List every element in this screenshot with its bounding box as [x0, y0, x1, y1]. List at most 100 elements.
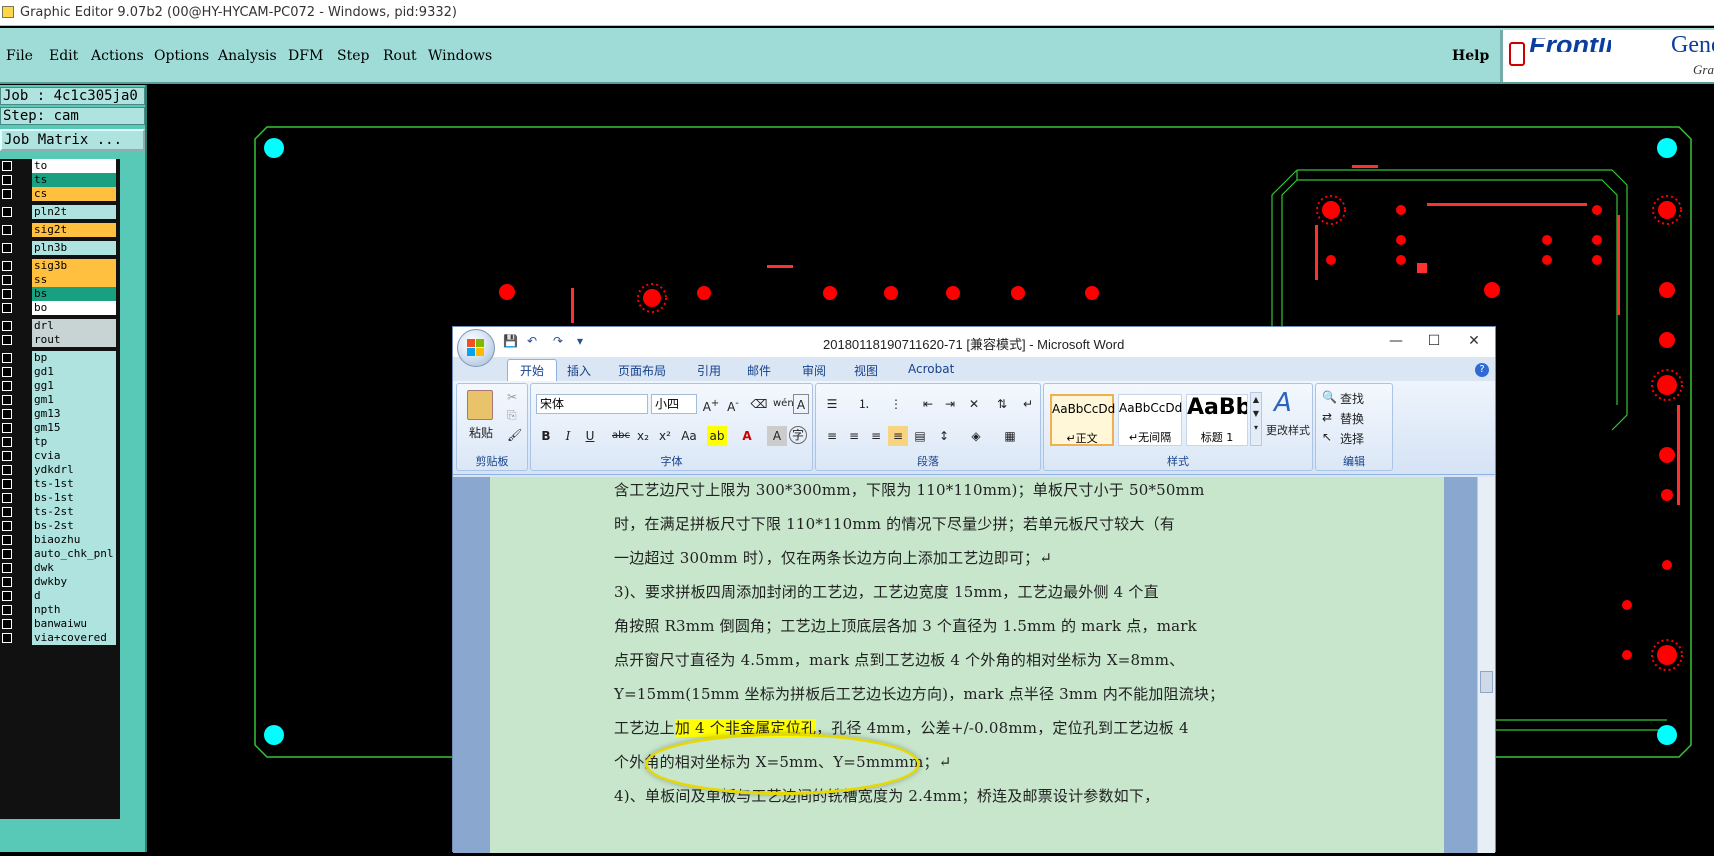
layer-checkbox[interactable]: [2, 465, 12, 475]
find-icon[interactable]: 🔍: [1322, 390, 1337, 404]
job-field[interactable]: Job : 4c1c305ja0: [0, 87, 145, 105]
select-button[interactable]: 选择: [1340, 430, 1364, 447]
decrease-indent-icon[interactable]: ⇤: [918, 394, 938, 414]
font-name-select[interactable]: 宋体: [536, 394, 648, 414]
layer-name[interactable]: d: [32, 589, 116, 603]
layer-checkbox[interactable]: [2, 535, 12, 545]
styles-scroll[interactable]: ▲ ▼ ▾: [1250, 392, 1262, 446]
layer-checkbox[interactable]: [2, 161, 12, 171]
layer-checkbox[interactable]: [2, 303, 12, 313]
show-marks-icon[interactable]: ↵: [1018, 394, 1038, 414]
font-color-icon[interactable]: A: [737, 426, 757, 446]
layer-name[interactable]: pln2t: [32, 205, 116, 219]
layer-checkbox[interactable]: [2, 261, 12, 271]
layer-checkbox[interactable]: [2, 591, 12, 601]
superscript-icon[interactable]: x²: [655, 426, 675, 446]
menu-rout[interactable]: Rout: [383, 48, 417, 64]
layer-row[interactable]: npth: [0, 603, 120, 617]
italic-icon[interactable]: I: [558, 426, 578, 446]
qat-more-icon[interactable]: ▾: [577, 334, 583, 348]
minimize-button[interactable]: —: [1381, 330, 1411, 352]
redo-icon[interactable]: ↷: [553, 334, 563, 348]
menu-step[interactable]: Step: [337, 48, 369, 64]
tab-home[interactable]: 开始: [507, 359, 558, 381]
layer-row[interactable]: auto_chk_pnl: [0, 547, 120, 561]
help-icon[interactable]: ?: [1475, 363, 1489, 377]
layer-checkbox[interactable]: [2, 423, 12, 433]
layer-checkbox[interactable]: [2, 563, 12, 573]
underline-icon[interactable]: U: [580, 426, 600, 446]
increase-indent-icon[interactable]: ⇥: [940, 394, 960, 414]
layer-name[interactable]: cs: [32, 187, 116, 201]
layer-checkbox[interactable]: [2, 605, 12, 615]
layer-row[interactable]: dwk: [0, 561, 120, 575]
layer-row[interactable]: gg1: [0, 379, 120, 393]
layer-name[interactable]: tp: [32, 435, 116, 449]
tab-references[interactable]: 引用: [697, 362, 721, 379]
layer-row[interactable]: drl: [0, 319, 120, 333]
layer-row[interactable]: bs: [0, 287, 120, 301]
layer-row[interactable]: dwkby: [0, 575, 120, 589]
layer-checkbox[interactable]: [2, 549, 12, 559]
highlight-icon[interactable]: ab: [707, 426, 727, 446]
layer-row[interactable]: sig2t: [0, 223, 120, 237]
style-no-spacing[interactable]: AaBbCcDd ↵无间隔: [1118, 394, 1182, 446]
tab-view[interactable]: 视图: [854, 362, 878, 379]
find-button[interactable]: 查找: [1340, 390, 1364, 407]
vertical-scrollbar[interactable]: [1477, 477, 1495, 853]
layer-row[interactable]: gd1: [0, 365, 120, 379]
close-button[interactable]: ✕: [1459, 330, 1489, 352]
borders-icon[interactable]: ▦: [1000, 426, 1020, 446]
scroll-thumb[interactable]: [1480, 671, 1493, 693]
layer-name[interactable]: gm15: [32, 421, 116, 435]
layer-checkbox[interactable]: [2, 175, 12, 185]
numbering-icon[interactable]: ⒈: [854, 394, 874, 414]
layer-checkbox[interactable]: [2, 335, 12, 345]
format-painter-icon[interactable]: 🖌: [507, 428, 522, 442]
layer-name[interactable]: bp: [32, 351, 116, 365]
layer-name[interactable]: ss: [32, 273, 116, 287]
step-field[interactable]: Step: cam: [0, 107, 145, 125]
job-matrix-button[interactable]: Job Matrix ...: [0, 129, 145, 151]
replace-icon[interactable]: ⇄: [1322, 410, 1332, 424]
change-styles-button[interactable]: 更改样式: [1266, 422, 1310, 438]
layer-row[interactable]: gm1: [0, 393, 120, 407]
menu-file[interactable]: File: [6, 48, 33, 64]
layer-row[interactable]: cs: [0, 187, 120, 201]
strikethrough-icon[interactable]: abc: [611, 426, 631, 446]
undo-icon[interactable]: ↶: [527, 334, 537, 348]
menu-options[interactable]: Options: [154, 48, 209, 64]
menu-dfm[interactable]: DFM: [288, 48, 323, 64]
layer-row[interactable]: ss: [0, 273, 120, 287]
layer-name[interactable]: sig3b: [32, 259, 116, 273]
layer-name[interactable]: gm13: [32, 407, 116, 421]
layer-checkbox[interactable]: [2, 395, 12, 405]
layer-checkbox[interactable]: [2, 189, 12, 199]
layer-checkbox[interactable]: [2, 321, 12, 331]
layer-name[interactable]: banwaiwu: [32, 617, 116, 631]
tab-mailings[interactable]: 邮件: [747, 362, 771, 379]
layer-row[interactable]: ydkdrl: [0, 463, 120, 477]
layer-row[interactable]: bp: [0, 351, 120, 365]
maximize-button[interactable]: ☐: [1419, 330, 1449, 352]
justify-icon[interactable]: ≡: [888, 426, 908, 446]
align-right-icon[interactable]: ≡: [866, 426, 886, 446]
layer-checkbox[interactable]: [2, 521, 12, 531]
menu-analysis[interactable]: Analysis: [218, 48, 277, 64]
layer-checkbox[interactable]: [2, 207, 12, 217]
layer-name[interactable]: rout: [32, 333, 116, 347]
line-spacing-icon[interactable]: ↕: [934, 426, 954, 446]
distribute-icon[interactable]: ▤: [910, 426, 930, 446]
tab-insert[interactable]: 插入: [567, 362, 591, 379]
tab-acrobat[interactable]: Acrobat: [908, 362, 954, 376]
layer-name[interactable]: bs: [32, 287, 116, 301]
bullets-icon[interactable]: ☰: [822, 394, 842, 414]
layer-checkbox[interactable]: [2, 479, 12, 489]
layer-name[interactable]: bs-2st: [32, 519, 116, 533]
char-border-icon[interactable]: A: [793, 394, 809, 414]
style-normal[interactable]: AaBbCcDd ↵正文: [1050, 394, 1115, 446]
layer-row[interactable]: pln2t: [0, 205, 120, 219]
layer-checkbox[interactable]: [2, 437, 12, 447]
layer-checkbox[interactable]: [2, 577, 12, 587]
paste-icon[interactable]: [467, 390, 493, 420]
